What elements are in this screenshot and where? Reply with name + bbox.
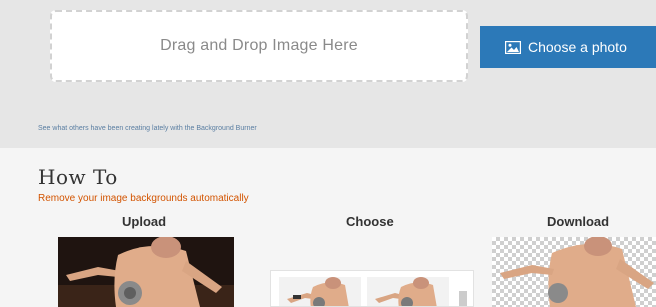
choose-photo-button[interactable]: Choose a photo — [480, 26, 656, 68]
howto-subtitle: Remove your image backgrounds automatica… — [38, 193, 249, 204]
see-others-link[interactable]: See what others have been creating latel… — [38, 125, 257, 132]
choose-photo-label: Choose a photo — [528, 39, 627, 55]
choose-example-panel — [270, 270, 474, 307]
download-example-image — [492, 237, 656, 307]
choose-heading: Choose — [346, 214, 394, 229]
choose-thumbnail — [367, 277, 449, 306]
drag-drop-zone[interactable]: Drag and Drop Image Here — [50, 10, 468, 82]
choose-thumbnail — [279, 277, 361, 306]
image-icon — [505, 40, 521, 54]
upload-heading: Upload — [122, 214, 167, 229]
howto-title: How To — [38, 165, 118, 189]
upload-example-image — [58, 237, 234, 307]
dropzone-label: Drag and Drop Image Here — [160, 37, 358, 54]
choose-scrollbar[interactable] — [459, 291, 467, 306]
download-heading: Download — [547, 214, 610, 229]
